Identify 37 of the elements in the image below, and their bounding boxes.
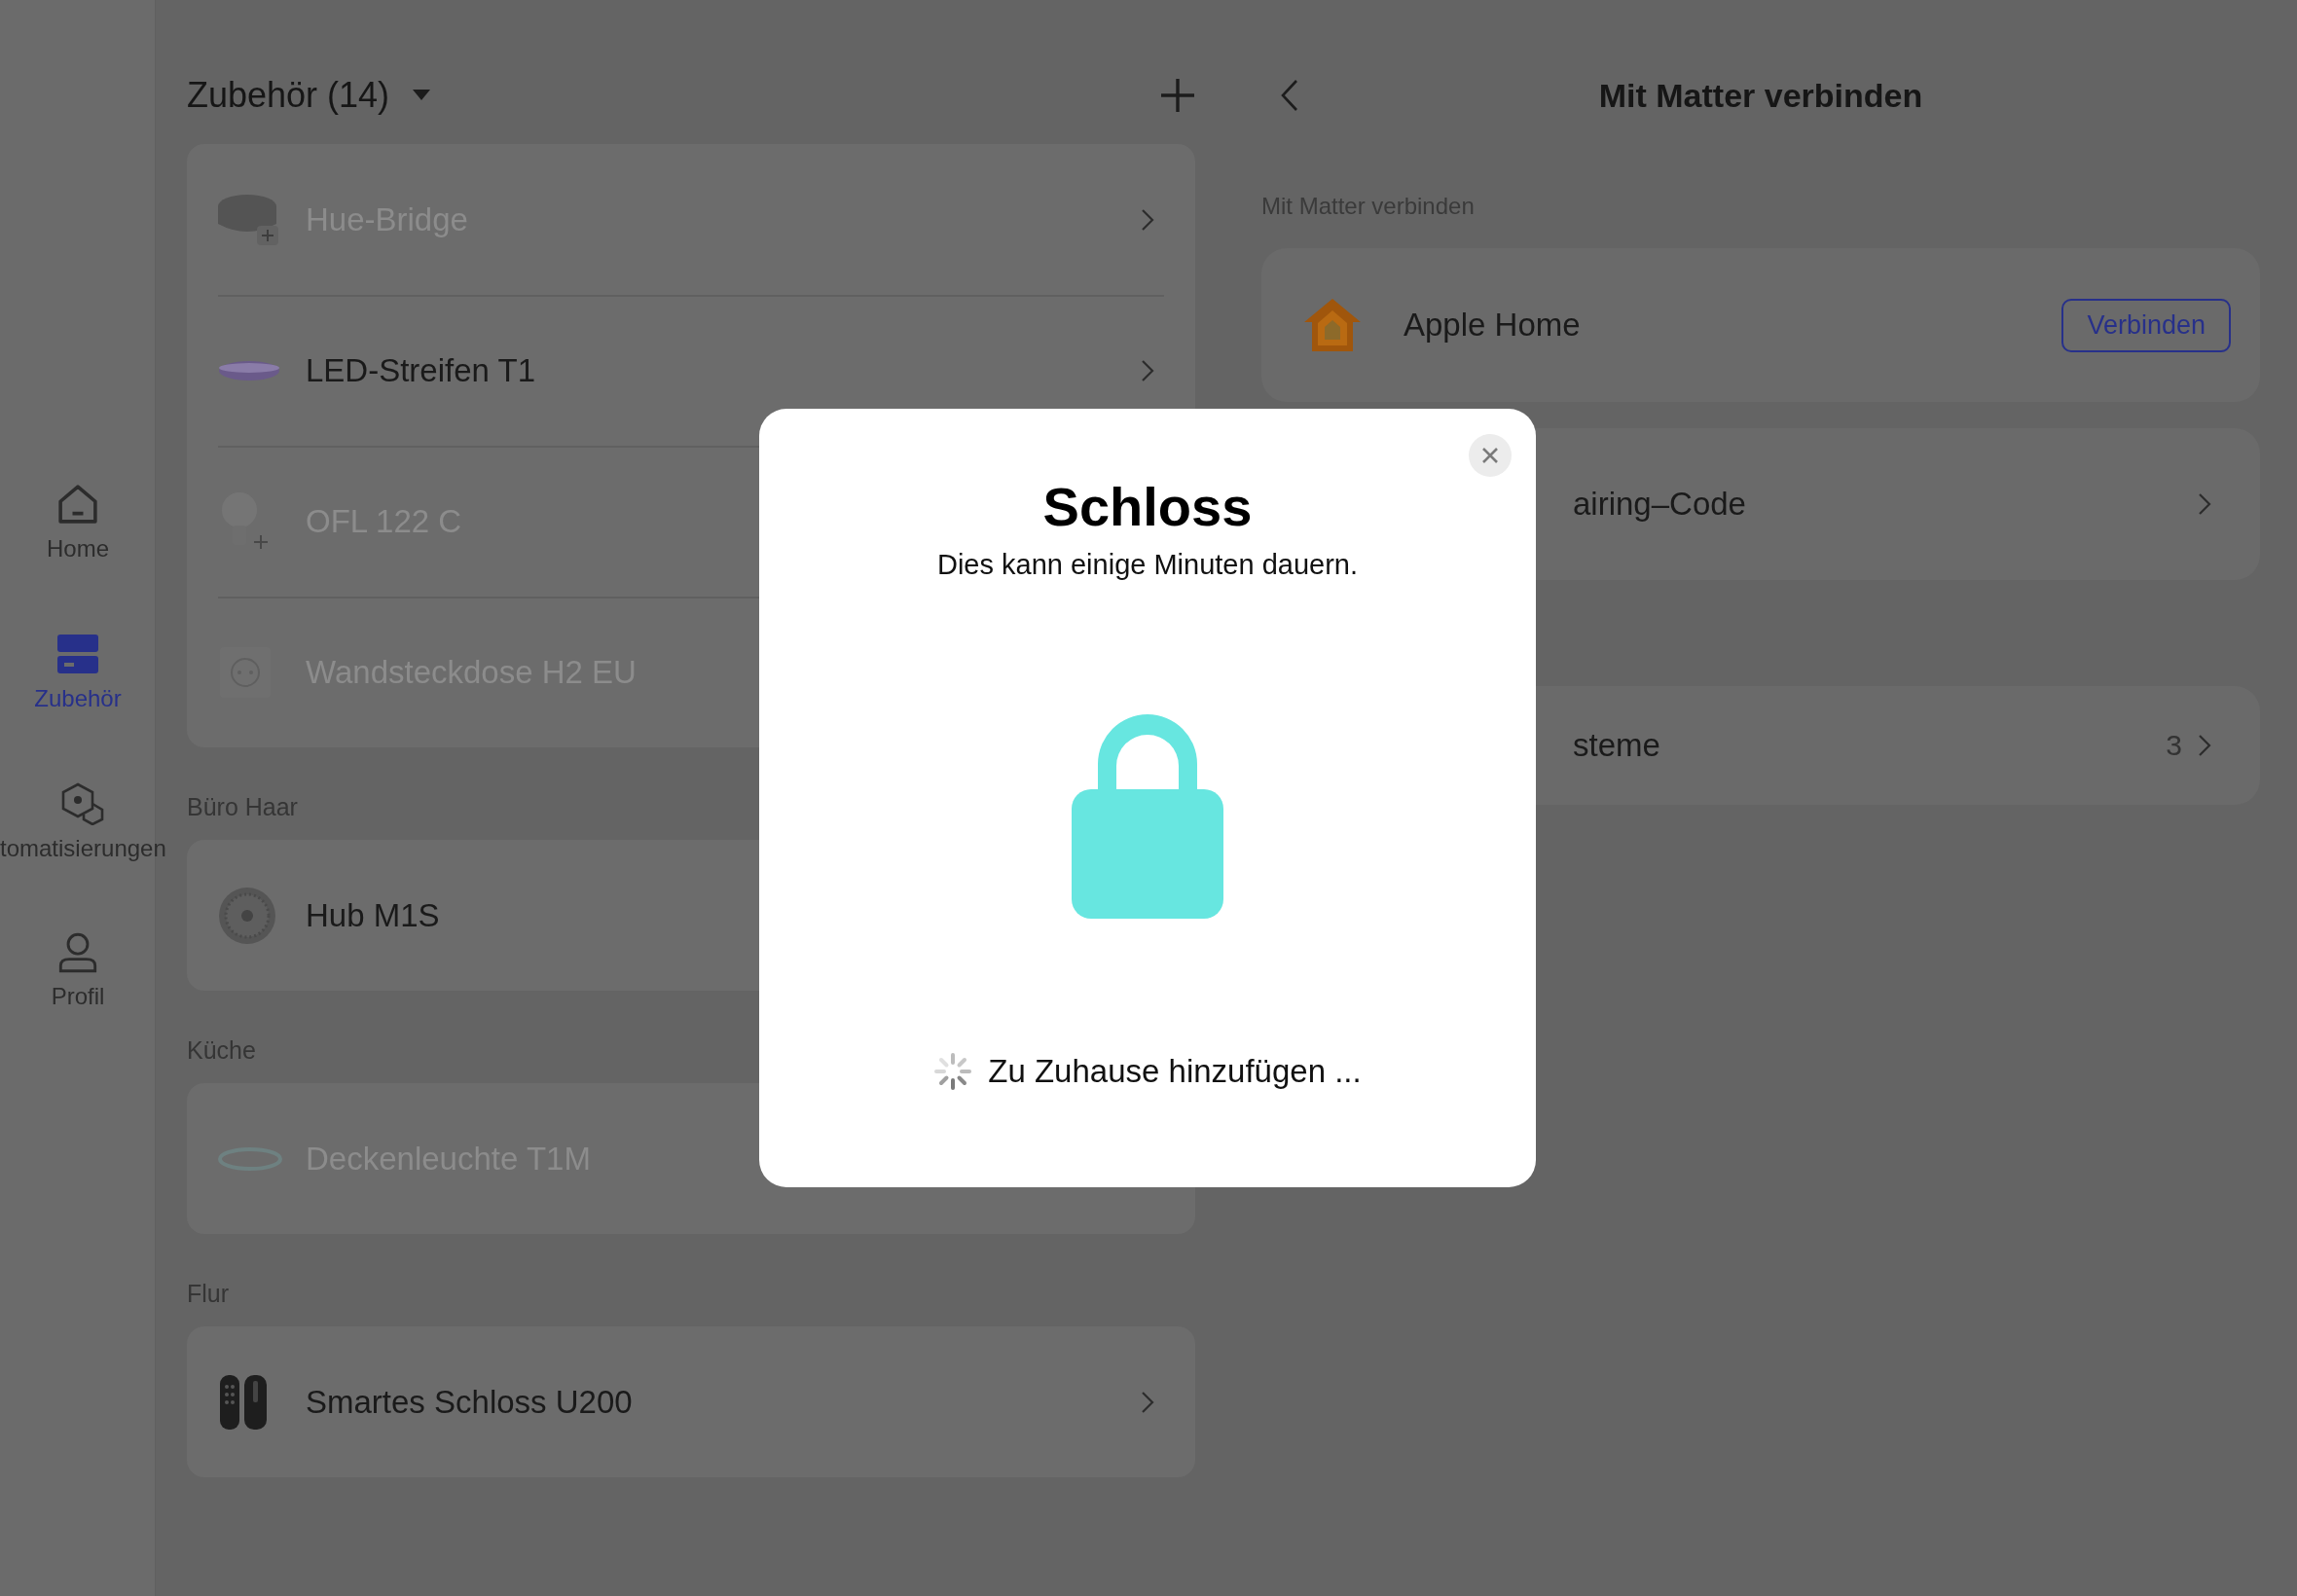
loading-spinner-icon bbox=[933, 1052, 973, 1091]
home-icon bbox=[56, 483, 99, 526]
option-name: Apple Home bbox=[1404, 307, 1582, 344]
device-row[interactable]: LED-Streifen T1 bbox=[187, 295, 1195, 446]
option-count: 3 bbox=[2166, 729, 2182, 762]
chevron-right-icon bbox=[1141, 358, 1154, 382]
chevron-right-icon bbox=[1141, 207, 1154, 232]
connect-button[interactable]: Verbinden bbox=[2061, 298, 2231, 352]
device-name: Smartes Schloss U200 bbox=[306, 1383, 634, 1421]
sidebar-tab[interactable]: Zubehör bbox=[0, 633, 156, 712]
hexagons-icon bbox=[60, 782, 106, 825]
add-icon[interactable] bbox=[1160, 78, 1195, 113]
sidebar-tab[interactable]: Home bbox=[0, 483, 156, 562]
page-title: Mit Matter verbinden bbox=[1598, 76, 1923, 115]
close-icon bbox=[1481, 447, 1499, 464]
option-name: airing–Code bbox=[1573, 486, 1747, 523]
chevron-right-icon bbox=[2198, 492, 2211, 516]
device-name: LED-Streifen T1 bbox=[306, 351, 536, 389]
dialog-title: Schloss bbox=[1042, 475, 1253, 539]
sidebar-tab[interactable]: Profil bbox=[0, 932, 156, 1010]
dropdown-caret-icon[interactable] bbox=[413, 90, 431, 101]
round-hub-icon bbox=[218, 886, 276, 945]
sidebar-tab[interactable]: tomatisierungen bbox=[0, 782, 166, 862]
close-button[interactable] bbox=[1469, 434, 1512, 477]
door-lock-icon bbox=[218, 1372, 269, 1432]
person-icon bbox=[58, 932, 97, 973]
device-row[interactable]: Smartes Schloss U200 bbox=[187, 1326, 1195, 1477]
chevron-right-icon bbox=[2198, 734, 2211, 757]
device-name: Hub M1S bbox=[306, 896, 441, 934]
bridge-icon bbox=[218, 192, 280, 247]
stacked-boxes-icon bbox=[56, 633, 99, 675]
back-chevron-icon[interactable] bbox=[1281, 79, 1298, 112]
accessories-title[interactable]: Zubehör (14) bbox=[187, 75, 390, 116]
house-icon bbox=[1302, 297, 1363, 353]
chevron-right-icon bbox=[1141, 1390, 1154, 1414]
option-name: steme bbox=[1573, 727, 1661, 764]
light-strip-icon bbox=[218, 358, 280, 382]
